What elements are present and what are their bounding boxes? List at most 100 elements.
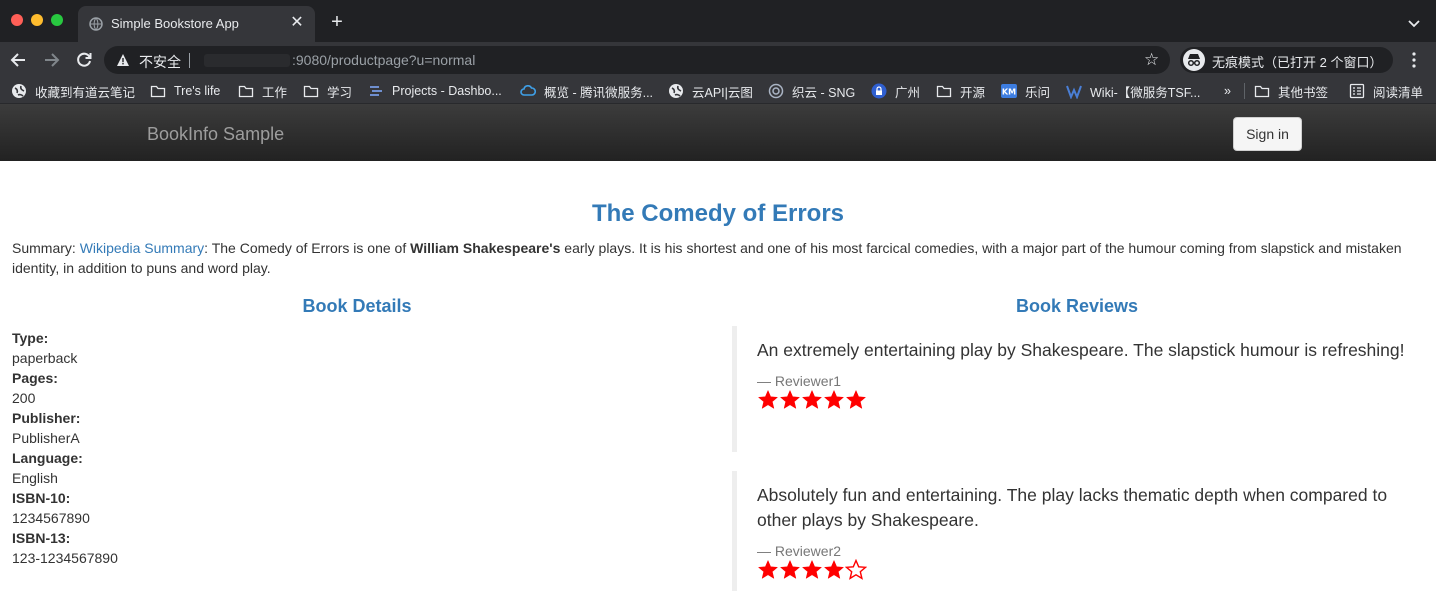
km-icon: KM [1001, 84, 1017, 98]
detail-value-pages: 200 [12, 390, 36, 406]
bookmark-label: 收藏到有道云笔记 [35, 85, 136, 100]
book-details-header: Book Details [12, 296, 702, 317]
bookmark-label: 乐问 [1025, 85, 1051, 100]
bookmark-open-source[interactable]: 开源 [936, 82, 985, 100]
bookmark-label: 织云 - SNG [792, 85, 856, 100]
bookmark-tres-life[interactable]: Tre's life [150, 82, 220, 100]
bookmark-work[interactable]: 工作 [238, 82, 287, 100]
folder-icon [303, 85, 319, 98]
bookmark-label: 广州 [895, 85, 921, 100]
bookmark-label: Tre's life [174, 84, 221, 98]
bookmark-lewen[interactable]: KM 乐问 [1001, 82, 1050, 100]
star-filled-icon [757, 559, 779, 579]
fullscreen-window-button[interactable] [51, 14, 63, 26]
bookmark-cloud-api[interactable]: 云API|云图 [668, 82, 753, 100]
bookmark-star-icon[interactable]: ☆ [1144, 51, 1162, 69]
bookmarks-bar: 收藏到有道云笔记 Tre's life 工作 学习 Projects - Das… [0, 78, 1436, 104]
cloud-icon [520, 85, 536, 96]
star-filled-icon [801, 389, 823, 409]
more-menu-icon[interactable] [1407, 51, 1421, 69]
detail-label-isbn10: ISBN-10: [12, 490, 71, 506]
browser-toolbar: 不安全 :9080/productpage?u=normal ☆ 无痕模式（已打… [0, 42, 1436, 78]
book-details-list: Type: paperback Pages: 200 Publisher: Pu… [12, 328, 118, 568]
detail-label-publisher: Publisher: [12, 410, 81, 426]
lock-icon [871, 83, 887, 99]
browser-tab[interactable]: Simple Bookstore App ✕ [78, 6, 315, 42]
star-empty-icon [845, 559, 867, 580]
detail-value-type: paperback [12, 350, 78, 366]
forward-arrow-icon[interactable] [40, 49, 62, 71]
star-rating [757, 389, 1412, 413]
reading-list-icon [1349, 83, 1365, 99]
bookmark-youdao[interactable]: 收藏到有道云笔记 [11, 82, 135, 100]
summary-mid: : The Comedy of Errors is one of [204, 240, 411, 256]
detail-label-language: Language: [12, 450, 83, 466]
bookmark-label: 其他书签 [1278, 85, 1329, 100]
back-arrow-icon[interactable] [8, 49, 30, 71]
close-window-button[interactable] [11, 14, 23, 26]
star-filled-icon [823, 559, 845, 579]
new-tab-button[interactable]: + [327, 12, 347, 32]
minimize-window-button[interactable] [31, 14, 43, 26]
url-text[interactable]: :9080/productpage?u=normal [292, 52, 475, 68]
detail-label-isbn13: ISBN-13: [12, 530, 71, 546]
detail-value-publisher: PublisherA [12, 430, 80, 446]
bookmark-guangzhou[interactable]: 广州 [871, 82, 920, 100]
wiki-icon [1066, 85, 1082, 99]
reading-list-button[interactable]: 阅读清单 [1349, 82, 1423, 100]
not-secure-label[interactable]: 不安全 [139, 52, 181, 72]
star-rating [757, 559, 1412, 583]
summary-author: William Shakespeare's [410, 240, 561, 256]
wikipedia-summary-link[interactable]: Wikipedia Summary [80, 240, 204, 256]
tab-title: Simple Bookstore App [111, 16, 239, 31]
globe-icon [669, 84, 683, 98]
review-item: Absolutely fun and entertaining. The pla… [732, 471, 1412, 591]
review-text: An extremely entertaining play by Shakes… [757, 340, 1405, 360]
detail-label-type: Type: [12, 330, 49, 346]
projects-icon [370, 86, 382, 96]
detail-label-pages: Pages: [12, 370, 58, 386]
detail-value-isbn10: 1234567890 [12, 510, 90, 526]
address-bar[interactable]: 不安全 :9080/productpage?u=normal ☆ [104, 46, 1170, 74]
bookmark-tsf-overview[interactable]: 概览 - 腾讯微服务... [520, 82, 653, 100]
star-filled-icon [779, 389, 801, 409]
brand-link[interactable]: BookInfo Sample [147, 124, 284, 145]
review-text: Absolutely fun and entertaining. The pla… [757, 485, 1388, 530]
bookmark-projects[interactable]: Projects - Dashbo... [368, 82, 502, 100]
incognito-label: 无痕模式（已打开 2 个窗口） [1212, 55, 1383, 70]
bookmarks-overflow-button[interactable]: » [1224, 82, 1231, 100]
page-title: The Comedy of Errors [591, 200, 845, 227]
other-bookmarks-folder[interactable]: 其他书签 [1254, 82, 1328, 100]
omnibox-divider [189, 53, 190, 68]
browser-tab-bar: Simple Bookstore App ✕ + [0, 0, 1436, 42]
sign-in-button[interactable]: Sign in [1233, 117, 1302, 151]
bookmark-wiki-tsf[interactable]: Wiki-【微服务TSF... [1066, 82, 1200, 100]
close-tab-icon[interactable]: ✕ [288, 14, 306, 32]
redacted-host [204, 54, 290, 67]
book-details-heading: Book Details [302, 296, 412, 316]
warning-icon[interactable] [116, 53, 130, 67]
bookmark-zhiyun[interactable]: 织云 - SNG [768, 82, 855, 100]
product-summary: Summary: Wikipedia Summary: The Comedy o… [12, 238, 1424, 278]
reload-icon[interactable] [73, 49, 95, 71]
incognito-indicator[interactable]: 无痕模式（已打开 2 个窗口） [1180, 47, 1393, 73]
detail-value-isbn13: 123-1234567890 [12, 550, 118, 566]
bookmark-label: Projects - Dashbo... [392, 84, 502, 98]
folder-icon [150, 85, 166, 98]
bookmark-label: 工作 [262, 85, 288, 100]
star-filled-icon [757, 389, 779, 409]
bookmark-study[interactable]: 学习 [303, 82, 352, 100]
globe-icon [12, 84, 26, 98]
reviewer-name: — Reviewer1 [757, 373, 842, 389]
star-filled-icon [845, 389, 867, 409]
folder-icon [238, 85, 254, 98]
folder-icon [936, 85, 952, 98]
chevron-down-icon[interactable] [1405, 14, 1423, 32]
review-item: An extremely entertaining play by Shakes… [732, 326, 1412, 452]
folder-icon [1254, 85, 1270, 98]
bookmark-label: 云API|云图 [692, 85, 753, 100]
bookmark-label: 阅读清单 [1373, 85, 1424, 100]
zhiyun-icon [768, 83, 784, 99]
globe-icon [89, 17, 103, 31]
star-filled-icon [823, 389, 845, 409]
